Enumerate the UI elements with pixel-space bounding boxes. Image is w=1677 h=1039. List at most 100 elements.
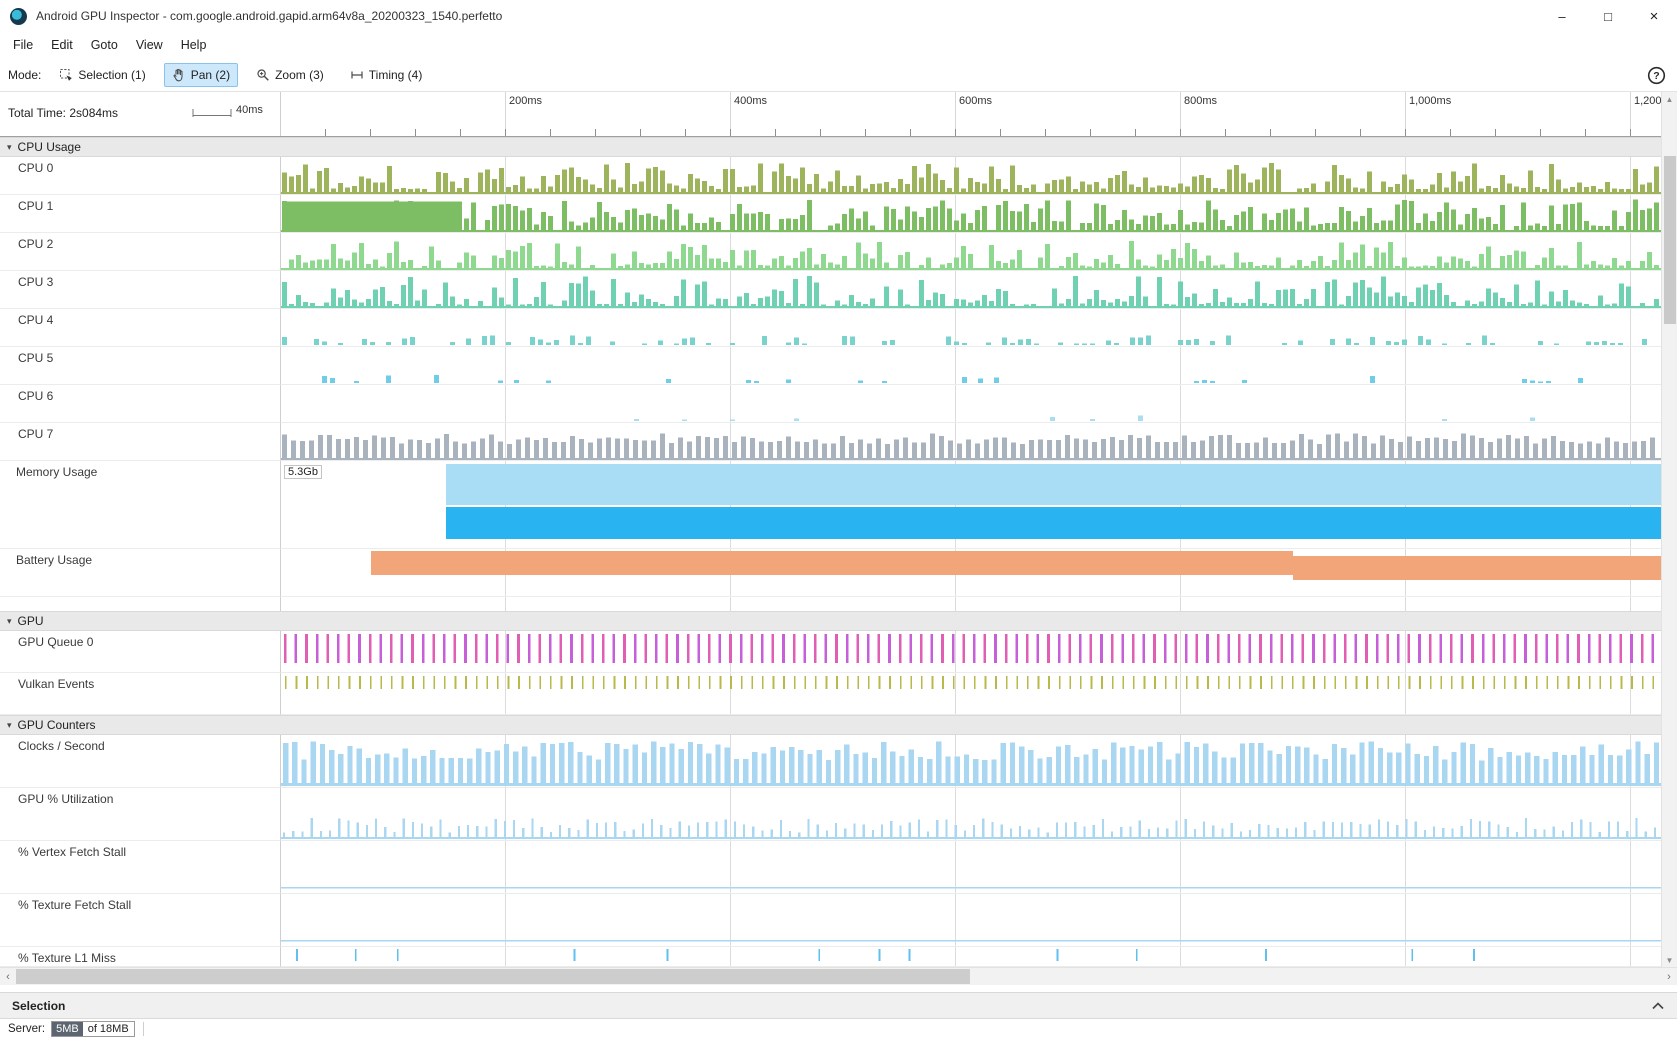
track-chart-vertex-fetch-stall[interactable] [281,841,1661,893]
track-row-cpu-6: CPU 6 [0,385,1677,423]
track-chart-cpu-3[interactable] [281,271,1661,308]
ruler-minor-tick [1000,129,1001,136]
menu-bar: FileEditGotoViewHelp [0,32,1677,58]
section-header-cpu-usage[interactable]: ▾CPU Usage [0,137,1677,157]
zoom-mode-button[interactable]: Zoom (3) [248,63,332,87]
app-icon [10,8,27,25]
track-label: Vulkan Events [18,677,94,691]
hand-icon [172,68,186,82]
section-header-gpu[interactable]: ▾GPU [0,611,1677,631]
track-chart-texture-l1-miss[interactable] [281,947,1661,966]
track-row-texture-fetch-stall: % Texture Fetch Stall [0,894,1677,947]
collapse-arrow-icon[interactable]: ▾ [7,616,12,627]
magnifier-icon [256,68,270,82]
collapse-arrow-icon[interactable]: ▾ [7,720,12,731]
track-chart-texture-fetch-stall[interactable] [281,894,1661,946]
ruler-tick-label: 200ms [509,95,542,107]
menu-view[interactable]: View [127,35,172,55]
track-label: CPU 5 [18,351,53,365]
ruler-tick-label: 800ms [1184,95,1217,107]
track-chart-cpu-4[interactable] [281,309,1661,346]
selection-mode-label: Selection (1) [78,68,145,82]
title-bar: Android GPU Inspector - com.google.andro… [0,0,1677,32]
track-row-cpu-0: CPU 0 [0,157,1677,195]
ruler-minor-tick [1090,129,1091,136]
horizontal-scrollbar-thumb[interactable] [16,969,970,984]
track-chart-battery-usage[interactable] [281,549,1661,596]
track-chart-cpu-2[interactable] [281,233,1661,270]
ruler-minor-tick [1450,129,1451,136]
ruler-minor-tick [865,129,866,136]
timing-icon [350,68,364,82]
ruler-minor-tick [415,129,416,136]
track-label: CPU 4 [18,313,53,327]
horizontal-scrollbar[interactable]: ‹ › [0,967,1677,985]
track-chart-cpu-1[interactable] [281,195,1661,232]
memory-total-value: of 18MB [83,1022,134,1036]
track-label: GPU Queue 0 [18,635,93,649]
close-button[interactable]: × [1631,0,1677,32]
ruler-minor-tick [1135,129,1136,136]
track-label: Battery Usage [16,553,92,567]
maximize-button[interactable]: □ [1585,0,1631,32]
track-chart-gpu-queue-0[interactable] [281,631,1661,672]
mode-buttons: Selection (1) Pan (2) Zoom (3) Timing (4) [41,63,430,87]
track-row-clocks-second: Clocks / Second [0,735,1677,788]
scroll-right-arrow-icon[interactable]: › [1661,968,1677,985]
track-chart-cpu-6[interactable] [281,385,1661,422]
menu-file[interactable]: File [4,35,42,55]
vertical-scrollbar-thumb[interactable] [1664,156,1676,324]
menu-help[interactable]: Help [172,35,216,55]
track-label: % Texture Fetch Stall [18,898,131,912]
ruler-minor-tick [370,129,371,136]
help-icon: ? [1647,66,1666,85]
ruler-minor-tick [1630,129,1631,136]
track-chart-vulkan-events[interactable] [281,673,1661,714]
section-header-gpu-counters[interactable]: ▾GPU Counters [0,715,1677,735]
selection-icon [59,68,73,82]
minimize-button[interactable]: – [1539,0,1585,32]
collapse-arrow-icon[interactable]: ▾ [7,142,12,153]
timing-mode-button[interactable]: Timing (4) [342,63,431,87]
track-row-cpu-7: CPU 7 [0,423,1677,461]
selection-mode-button[interactable]: Selection (1) [51,63,153,87]
scroll-left-arrow-icon[interactable]: ‹ [0,968,16,985]
menu-edit[interactable]: Edit [42,35,82,55]
track-chart-clocks-second[interactable] [281,735,1661,787]
selection-panel-header[interactable]: Selection [0,992,1677,1018]
track-row-memory-usage: Memory Usage 5.3Gb [0,461,1677,549]
expand-panel-chevron-icon[interactable] [1651,1001,1665,1010]
memory-value-label: 5.3Gb [284,465,322,479]
track-label: CPU 2 [18,237,53,251]
ruler-left-cell: Total Time: 2s084ms 40ms [0,92,281,136]
track-label: % Vertex Fetch Stall [18,845,126,859]
track-chart-memory-usage[interactable] [281,461,1661,548]
ruler-minor-tick [1045,129,1046,136]
track-row-vulkan-events: Vulkan Events [0,673,1677,715]
scroll-down-arrow-icon[interactable]: ▼ [1662,953,1677,967]
track-chart-gpu-utilization[interactable] [281,788,1661,840]
toolbar: Mode: Selection (1) Pan (2) Zoom (3) Timing… [0,58,1677,92]
ruler-minor-tick [460,129,461,136]
vertical-scrollbar[interactable]: ▲ ▼ [1661,92,1677,967]
timeline-ruler[interactable]: Total Time: 2s084ms 40ms 200ms 400ms 600ms… [0,92,1677,137]
track-chart-cpu-5[interactable] [281,347,1661,384]
memory-used-value: 5MB [52,1022,83,1036]
scroll-up-arrow-icon[interactable]: ▲ [1662,92,1677,106]
track-chart-cpu-7[interactable] [281,423,1661,460]
scale-label: 40ms [236,104,263,116]
ruler-tick-label: 600ms [959,95,992,107]
track-chart-cpu-0[interactable] [281,157,1661,194]
help-button[interactable]: ? [1645,64,1668,87]
ruler-tick-label: 400ms [734,95,767,107]
track-label: Memory Usage [16,465,97,479]
menu-goto[interactable]: Goto [82,35,127,55]
mode-label: Mode: [8,68,41,82]
ruler-minor-tick [325,129,326,136]
pan-mode-button[interactable]: Pan (2) [164,63,238,87]
window-controls: – □ × [1539,0,1677,32]
ruler-minor-tick [505,129,506,136]
ruler-minor-tick [640,129,641,136]
track-row-vertex-fetch-stall: % Vertex Fetch Stall [0,841,1677,894]
scale-bracket-icon [192,107,232,122]
